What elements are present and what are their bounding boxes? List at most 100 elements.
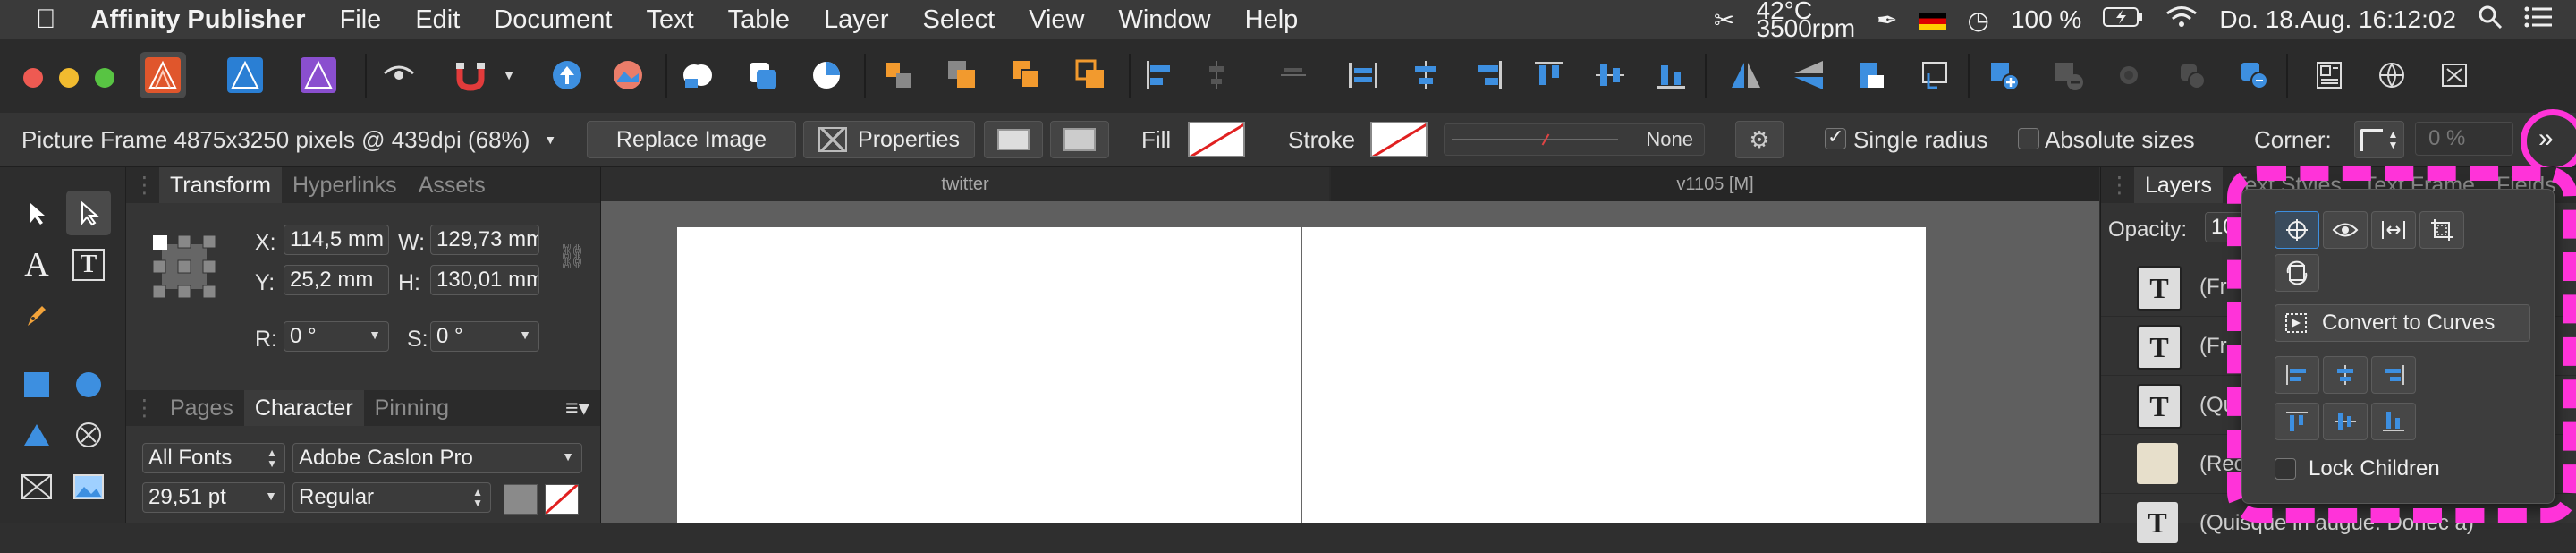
- stroke-swatch[interactable]: [1370, 122, 1428, 157]
- frame-fit-button[interactable]: [984, 121, 1043, 158]
- menu-text[interactable]: Text: [629, 5, 710, 35]
- canvas[interactable]: [601, 201, 2099, 523]
- document-tab-v1105[interactable]: v1105 [M]: [1331, 167, 2099, 201]
- shear-field[interactable]: 0 ° ▼: [430, 321, 539, 352]
- node-tool-icon[interactable]: [66, 191, 111, 235]
- scissors-icon[interactable]: ✂: [1703, 5, 1745, 35]
- text-background-swatch[interactable]: [545, 484, 579, 515]
- stroke-width-slider[interactable]: [1452, 139, 1618, 140]
- battery-percent[interactable]: 100 %: [2000, 5, 2092, 34]
- link-spread-icon[interactable]: [2168, 52, 2215, 98]
- font-collection-dropdown[interactable]: All Fonts ▲ ▼: [142, 443, 285, 473]
- arrange-front-icon[interactable]: [1068, 52, 1114, 98]
- boolean-subtract-icon[interactable]: [739, 52, 785, 98]
- rectangle-tool-icon[interactable]: [14, 362, 59, 407]
- anchor-point-selector[interactable]: [152, 234, 216, 299]
- image-frame-icon[interactable]: [605, 52, 651, 98]
- window-close-button[interactable]: [23, 68, 43, 88]
- menu-document[interactable]: Document: [477, 5, 629, 35]
- snapping-magnet-icon[interactable]: [447, 52, 494, 98]
- x-position-field[interactable]: 114,5 mm: [284, 225, 389, 255]
- insert-page-icon[interactable]: [1980, 52, 2027, 98]
- panel-menu-icon[interactable]: ≡▾: [555, 395, 600, 421]
- rotate-right-icon[interactable]: [1911, 52, 1957, 98]
- tab-pages[interactable]: Pages: [159, 396, 244, 421]
- notification-center-icon[interactable]: [2513, 5, 2576, 35]
- menu-file[interactable]: File: [323, 5, 399, 35]
- tab-layers[interactable]: Layers: [2134, 167, 2224, 203]
- panel-grip-icon[interactable]: ⋮: [126, 172, 159, 199]
- window-zoom-button[interactable]: [95, 68, 114, 88]
- triangle-tool-icon[interactable]: [14, 413, 59, 457]
- boolean-add-icon[interactable]: [674, 52, 721, 98]
- menu-help[interactable]: Help: [1228, 5, 1316, 35]
- menu-edit[interactable]: Edit: [398, 5, 477, 35]
- rotate-left-icon[interactable]: [1848, 52, 1894, 98]
- clock-datetime[interactable]: Do. 18.Aug. 16:12:02: [2208, 5, 2467, 34]
- y-position-field[interactable]: 25,2 mm: [284, 265, 389, 295]
- apple-menu-icon[interactable]: : [0, 4, 74, 35]
- tab-pinning[interactable]: Pinning: [364, 396, 460, 421]
- master-page-icon[interactable]: [2106, 52, 2152, 98]
- text-wrap-icon[interactable]: [2231, 52, 2277, 98]
- menu-table[interactable]: Table: [711, 5, 807, 35]
- align-bottom-icon[interactable]: [1648, 52, 1694, 98]
- designer-persona-icon[interactable]: [222, 52, 268, 98]
- align-right-icon[interactable]: [1270, 52, 1317, 98]
- flip-vertical-icon[interactable]: [1785, 52, 1832, 98]
- arrange-forward-icon[interactable]: [1004, 52, 1050, 98]
- stroke-style-selector[interactable]: None: [1444, 123, 1705, 156]
- window-minimize-button[interactable]: [59, 68, 79, 88]
- flip-horizontal-icon[interactable]: [1723, 52, 1769, 98]
- font-family-dropdown[interactable]: Adobe Caslon Pro ▼: [292, 443, 582, 473]
- height-field[interactable]: 130,01 mm: [430, 265, 539, 295]
- corner-value-field[interactable]: 0 %: [2415, 122, 2513, 156]
- panel-grip-icon[interactable]: ⋮: [126, 395, 159, 421]
- stroke-settings-button[interactable]: ⚙: [1735, 121, 1784, 158]
- move-tool-icon[interactable]: [14, 191, 59, 235]
- artistic-text-tool-icon[interactable]: A: [14, 242, 59, 287]
- lock-aspect-ratio-icon[interactable]: ⛓: [557, 242, 587, 270]
- page-right[interactable]: [1302, 227, 1926, 523]
- align-left-icon[interactable]: [1136, 52, 1182, 98]
- view-mode-icon[interactable]: [376, 52, 422, 98]
- time-machine-icon[interactable]: ◷: [1957, 5, 2000, 35]
- menu-layer[interactable]: Layer: [807, 5, 906, 35]
- publisher-persona-icon[interactable]: [140, 52, 186, 98]
- german-flag-icon[interactable]: [1909, 5, 1957, 34]
- document-tab-twitter[interactable]: twitter: [601, 167, 1329, 201]
- picture-frame-rectangle-tool-icon[interactable]: [14, 464, 59, 509]
- width-field[interactable]: 129,73 mm: [430, 225, 539, 255]
- menu-view[interactable]: View: [1012, 5, 1101, 35]
- menu-select[interactable]: Select: [906, 5, 1013, 35]
- edit-pen-icon[interactable]: ✒: [1866, 5, 1908, 35]
- distribute-horizontal-icon[interactable]: [1340, 52, 1386, 98]
- temperature-readout[interactable]: 42°C 3500rpm: [1746, 0, 1867, 41]
- app-menu[interactable]: Affinity Publisher: [74, 5, 323, 35]
- snapping-dropdown-icon[interactable]: ▼: [497, 52, 521, 98]
- spotlight-search-icon[interactable]: [2467, 4, 2513, 36]
- fill-swatch[interactable]: [1188, 122, 1245, 157]
- place-image-icon[interactable]: [544, 52, 590, 98]
- photo-persona-icon[interactable]: [295, 52, 342, 98]
- align-center-icon[interactable]: [1193, 52, 1240, 98]
- wifi-icon[interactable]: [2155, 5, 2208, 35]
- arrange-back-icon[interactable]: [939, 52, 986, 98]
- replace-image-button[interactable]: Replace Image: [587, 121, 796, 158]
- panel-grip-icon[interactable]: ⋮: [2101, 172, 2134, 199]
- align-right-edge-icon[interactable]: [1465, 52, 1512, 98]
- properties-button[interactable]: Properties: [803, 121, 975, 158]
- corner-type-dropdown[interactable]: ▲ ▼: [2354, 121, 2404, 158]
- single-radius-checkbox[interactable]: ✓: [1825, 125, 1846, 149]
- frame-fill-button[interactable]: [1050, 121, 1109, 158]
- place-image-tool-icon[interactable]: [66, 464, 111, 509]
- align-middle-icon[interactable]: [1402, 52, 1449, 98]
- font-size-field[interactable]: 29,51 pt ▼: [142, 482, 285, 513]
- align-top-icon[interactable]: [1526, 52, 1572, 98]
- menu-window[interactable]: Window: [1101, 5, 1227, 35]
- text-color-swatch[interactable]: [504, 484, 538, 515]
- rotation-field[interactable]: 0 ° ▼: [284, 321, 389, 352]
- tab-assets[interactable]: Assets: [408, 173, 496, 199]
- ellipse-tool-icon[interactable]: [66, 362, 111, 407]
- selection-info-dropdown[interactable]: Picture Frame 4875x3250 pixels @ 439dpi …: [21, 113, 556, 166]
